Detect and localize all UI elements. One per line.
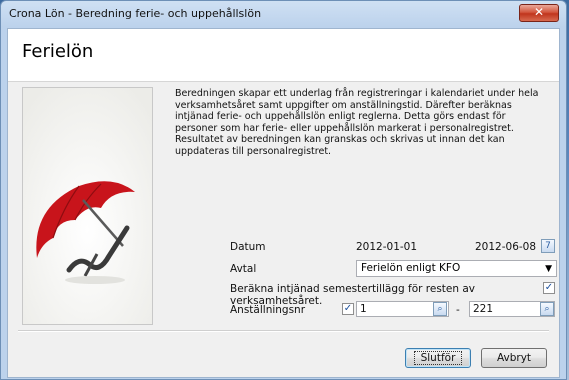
avtal-select[interactable]: Ferielön enligt KFO ▼ [356,260,557,277]
close-button[interactable]: ✕ [519,4,559,22]
umbrella-illustration [22,87,153,325]
umbrella-chair-icon [23,88,152,324]
dialog-header: Ferielön [8,29,559,82]
window-title: Crona Lön - Beredning ferie- och uppehål… [9,7,262,20]
avtal-selected-value: Ferielön enligt KFO [361,262,461,274]
separator [18,330,549,332]
datum-from-value: 2012-01-01 [356,241,418,253]
checkmark-icon: ✓ [544,282,554,293]
anst-to-value: 221 [473,303,494,315]
datum-label: Datum [230,241,266,253]
chevron-down-icon: ▼ [545,264,552,274]
description-text: Beredningen skapar ett underlag från reg… [175,88,539,157]
avtal-label: Avtal [230,263,257,275]
cancel-button[interactable]: Avbryt [481,348,547,368]
checkmark-icon: ✓ [343,303,353,314]
anst-label: Anställningsnr [230,304,306,316]
search-icon[interactable]: ⌕ [540,302,554,316]
search-icon[interactable]: ⌕ [433,302,447,316]
semester-checkbox[interactable]: ✓ [543,282,555,294]
title-bar[interactable]: Crona Lön - Beredning ferie- och uppehål… [1,1,566,27]
range-dash: - [456,304,460,316]
dialog-window: Crona Lön - Beredning ferie- och uppehål… [0,0,567,380]
anst-from-value: 1 [360,303,367,315]
anst-checkbox[interactable]: ✓ [342,303,354,315]
finish-button[interactable]: Slutför [405,348,471,368]
dialog-body: Ferielön Beredningen skapar ett underlag… [7,28,560,378]
datum-to-value[interactable]: 2012-06-08 [475,241,536,253]
finish-button-label: Slutför [413,351,463,365]
calendar-icon[interactable]: 7 [541,239,555,253]
page-title: Ferielön [22,41,94,62]
